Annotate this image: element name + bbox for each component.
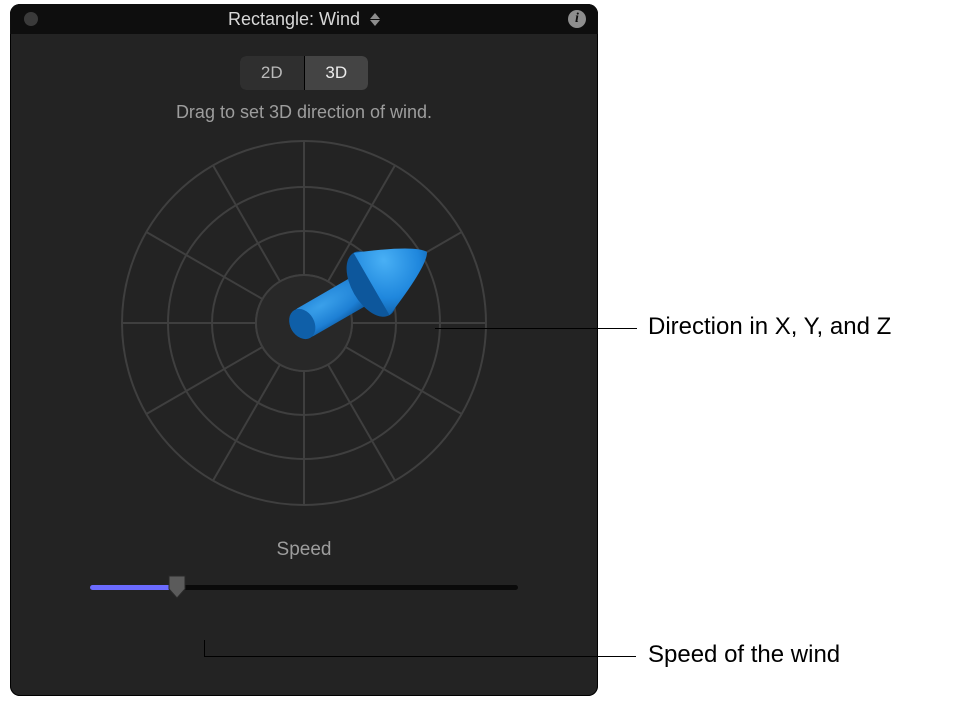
annotation-line [435, 328, 637, 329]
title-dropdown[interactable]: Rectangle: Wind [228, 9, 380, 30]
mode-3d-button[interactable]: 3D [304, 56, 369, 90]
panel-title: Rectangle: Wind [228, 9, 360, 30]
updown-icon [370, 13, 380, 26]
instruction-text: Drag to set 3D direction of wind. [10, 102, 598, 123]
speed-label: Speed [10, 539, 598, 561]
wind-hud-panel: Rectangle: Wind i 2D 3D Drag to set 3D d… [10, 4, 598, 696]
slider-thumb[interactable] [168, 575, 186, 604]
titlebar: Rectangle: Wind i [10, 4, 598, 34]
mode-2d-button[interactable]: 2D [240, 56, 304, 90]
annotation-speed: Speed of the wind [648, 641, 840, 669]
direction-dial-3d[interactable] [118, 137, 490, 509]
annotation-direction: Direction in X, Y, and Z [648, 313, 891, 341]
annotation-line [204, 640, 205, 656]
speed-slider[interactable] [90, 575, 518, 599]
close-dot[interactable] [24, 12, 38, 26]
mode-2d-3d-toggle[interactable]: 2D 3D [240, 56, 368, 90]
info-icon[interactable]: i [568, 10, 586, 28]
slider-fill [90, 585, 174, 590]
annotation-line [204, 656, 636, 657]
